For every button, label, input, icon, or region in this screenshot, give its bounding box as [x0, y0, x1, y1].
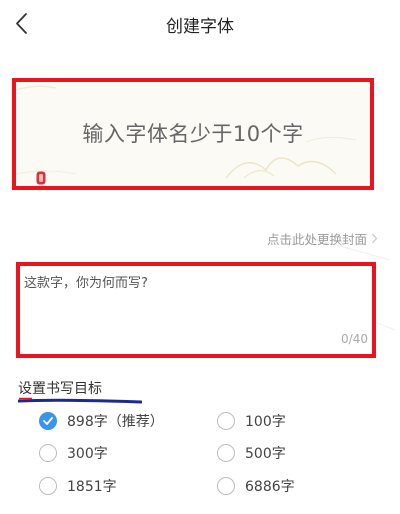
radio-unchecked-icon[interactable] [217, 477, 235, 495]
font-name-placeholder[interactable]: 输入字体名少于10个字 [16, 118, 370, 148]
reason-textarea[interactable] [24, 272, 354, 332]
radio-unchecked-icon[interactable] [39, 444, 57, 462]
goal-section-title: 设置书写目标 [18, 381, 102, 397]
header-bar: 创建字体 [0, 0, 400, 48]
character-counter: 0/40 [341, 332, 368, 346]
goal-option-300[interactable]: 300字 [39, 442, 108, 464]
change-cover-link[interactable]: 点击此处更换封面 [267, 229, 378, 248]
chevron-right-icon [372, 233, 378, 244]
seal-icon [36, 171, 46, 185]
reason-input-box[interactable]: 0/40 [16, 262, 376, 358]
goal-option-label: 300字 [67, 446, 108, 462]
goal-option-label: 898字（推荐） [67, 414, 164, 430]
goal-title-underline [18, 397, 142, 404]
radio-unchecked-icon[interactable] [217, 444, 235, 462]
create-font-page: 创建字体 输入字体名少于10个字 点击此处更换封面 0/40 设置书写目标 [0, 0, 400, 514]
goal-option-1851[interactable]: 1851字 [39, 475, 117, 497]
page-title: 创建字体 [166, 17, 234, 37]
goal-option-label: 6886字 [245, 479, 295, 495]
font-cover-area[interactable]: 输入字体名少于10个字 [12, 78, 374, 190]
goal-option-500[interactable]: 500字 [217, 442, 286, 464]
radio-checked-icon[interactable] [39, 412, 57, 430]
goal-option-898[interactable]: 898字（推荐） [39, 410, 164, 432]
goal-option-label: 500字 [245, 446, 286, 462]
goal-option-6886[interactable]: 6886字 [217, 475, 295, 497]
change-cover-label: 点击此处更换封面 [266, 232, 367, 247]
radio-unchecked-icon[interactable] [39, 477, 57, 495]
goal-option-label: 100字 [245, 414, 286, 430]
goal-option-label: 1851字 [67, 479, 117, 495]
goal-option-100[interactable]: 100字 [217, 410, 286, 432]
radio-unchecked-icon[interactable] [217, 412, 235, 430]
